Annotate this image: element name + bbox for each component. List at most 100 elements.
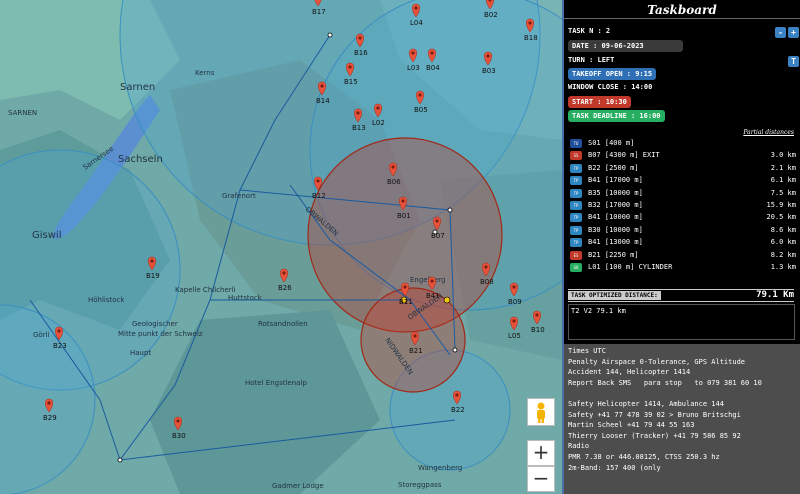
- turnpoint-type-badge: TP: [570, 201, 582, 210]
- turnpoint-type-badge: GO: [570, 263, 582, 272]
- svg-text:B18: B18: [524, 34, 538, 42]
- svg-text:B23: B23: [53, 342, 67, 350]
- turnpoint-row: TP B41 [13000 m] 6.0 km: [570, 237, 796, 248]
- place-giswil: Giswil: [32, 230, 61, 241]
- turnpoint-row: TP B32 [17000 m] 15.9 km: [570, 200, 796, 211]
- turnpoint-type-badge: TP: [570, 213, 582, 223]
- turnpoint-distance: 6.0 km: [770, 238, 796, 247]
- place-grafenort: Grafenort: [222, 192, 256, 200]
- svg-text:B19: B19: [146, 272, 160, 280]
- svg-text:B09: B09: [508, 298, 522, 306]
- takeoff-open: TAKEOFF OPEN : 9:15: [568, 68, 657, 80]
- turnpoint-row: TO S01 [400 m]: [570, 138, 796, 149]
- svg-text:B15: B15: [344, 78, 358, 86]
- turnpoint-label: B41 [10000 m]: [588, 213, 643, 222]
- svg-text:B04: B04: [426, 64, 440, 72]
- svg-text:B29: B29: [43, 414, 57, 422]
- svg-text:L02: L02: [372, 119, 385, 127]
- turnpoint-label: B32 [17000 m]: [588, 201, 643, 209]
- turnpoint-type-badge: ES: [570, 250, 582, 260]
- svg-text:B05: B05: [414, 106, 428, 114]
- optimized-distance-label: TASK OPTIMIZED DISTANCE:: [568, 291, 661, 300]
- task-plus-button[interactable]: +: [788, 27, 799, 38]
- start-time: START : 10:30: [568, 96, 631, 108]
- task-number: TASK N : 2: [568, 27, 611, 35]
- taskboard-title: Taskboard: [564, 0, 800, 19]
- turnpoint-type-badge: TP: [570, 176, 582, 186]
- turnpoint-label: B41 [13000 m]: [588, 238, 643, 247]
- svg-text:B02: B02: [484, 11, 498, 19]
- svg-text:B16: B16: [354, 49, 368, 57]
- place-rotsandnollen: Rotsandnollen: [258, 320, 308, 328]
- svg-text:B22: B22: [451, 406, 465, 414]
- svg-text:B26: B26: [278, 284, 292, 292]
- svg-text:B03: B03: [482, 67, 496, 75]
- partial-distances-label: Partial distances: [743, 129, 794, 136]
- place-geologischer: Geologischer: [132, 320, 178, 328]
- task-minus-button[interactable]: -: [775, 27, 786, 38]
- turnpoint-distance: 7.5 km: [770, 188, 796, 197]
- turnpoint-distance: 2.1 km: [770, 163, 796, 172]
- zoom-in-button[interactable]: +: [527, 440, 555, 466]
- place-sachseln: Sachseln: [118, 154, 163, 165]
- place-mitte: Mitte punkt der Schweiz: [118, 330, 203, 338]
- turnpoint-label: B07 [4300 m] EXIT: [588, 151, 660, 160]
- turnpoint-label: B22 [2500 m]: [588, 163, 639, 172]
- place-gorli: Görli: [33, 331, 50, 339]
- place-huttstock: Huttstock: [228, 294, 263, 302]
- place-sarnen-district: SARNEN: [8, 109, 37, 117]
- svg-text:B08: B08: [480, 278, 494, 286]
- street-view-pegman-icon[interactable]: [527, 398, 555, 426]
- svg-text:B01: B01: [397, 212, 411, 220]
- place-hotel: Hotel Engstlenalp: [245, 379, 307, 387]
- turnpoint-row: TP B41 [17000 m] 6.1 km: [570, 175, 796, 186]
- svg-text:B30: B30: [172, 432, 186, 440]
- map-view[interactable]: Sarnen SARNEN Sarnersee Sachseln Giswil …: [0, 0, 562, 494]
- turnpoint-distance: 20.5 km: [766, 213, 796, 222]
- zoom-out-button[interactable]: −: [527, 466, 555, 492]
- safety-info-block: Times UTC Penalty Airspace 0-Tolerance, …: [564, 344, 800, 494]
- svg-text:B10: B10: [531, 326, 545, 334]
- svg-text:B17: B17: [312, 8, 326, 16]
- map-canvas[interactable]: Sarnen SARNEN Sarnersee Sachseln Giswil …: [0, 0, 562, 494]
- place-kapelle: Kapelle Chilcherli: [175, 286, 236, 294]
- task-date: DATE : 09-06-2023: [568, 40, 683, 52]
- svg-text:L05: L05: [508, 332, 521, 340]
- turnpoint-row: TP B41 [10000 m] 20.5 km: [570, 212, 796, 223]
- svg-text:B11: B11: [399, 298, 413, 306]
- place-wangenberg: Wangenberg: [418, 464, 462, 472]
- svg-text:B06: B06: [387, 178, 401, 186]
- turnpoint-row: TP B30 [10000 m] 8.6 km: [570, 225, 796, 236]
- place-haupt: Haupt: [130, 349, 151, 357]
- turnpoint-type-badge: TP: [570, 163, 582, 173]
- turnpoint-label: S01 [400 m]: [588, 139, 635, 147]
- turnpoint-label: B35 [10000 m]: [588, 188, 643, 197]
- turnpoint-distance: 8.6 km: [770, 225, 796, 234]
- task-notes-textbox[interactable]: T2 V2 79.1 km: [568, 304, 795, 340]
- task-deadline: TASK DEADLINE : 16:00: [568, 110, 665, 122]
- turnpoint-label: B30 [10000 m]: [588, 225, 643, 234]
- turnpoint-distance: 8.2 km: [770, 250, 796, 259]
- turnpoint-row: TP B22 [2500 m] 2.1 km: [570, 163, 796, 174]
- place-storegg: Storeggpass: [398, 481, 442, 489]
- window-close: WINDOW CLOSE : 14:00: [568, 83, 653, 91]
- turnpoint-label: B21 [2250 m]: [588, 250, 639, 259]
- turnpoint-distance: 6.1 km: [770, 176, 796, 185]
- turn-direction: TURN : LEFT: [568, 56, 615, 64]
- turnpoint-row: GO L01 [100 m] CYLINDER 1.3 km: [570, 262, 796, 273]
- svg-text:B12: B12: [312, 192, 326, 200]
- turnpoint-row: TP B35 [10000 m] 7.5 km: [570, 188, 796, 199]
- svg-text:B21: B21: [409, 347, 423, 355]
- turnpoint-type-badge: TP: [570, 188, 582, 198]
- optimized-distance-value: 79.1 Km: [756, 290, 794, 300]
- svg-text:B14: B14: [316, 97, 330, 105]
- svg-text:L04: L04: [410, 19, 423, 27]
- place-engelberg: Engelberg: [410, 276, 446, 284]
- place-kerns: Kerns: [195, 69, 215, 77]
- svg-text:B13: B13: [352, 124, 366, 132]
- turnpoint-label: B41 [17000 m]: [588, 176, 643, 185]
- turnpoint-label: L01 [100 m] CYLINDER: [588, 263, 673, 271]
- turn-toggle-button[interactable]: T: [788, 56, 799, 67]
- place-hoehlstock: Höhlistock: [88, 296, 125, 304]
- turnpoint-distance: 3.0 km: [770, 151, 796, 160]
